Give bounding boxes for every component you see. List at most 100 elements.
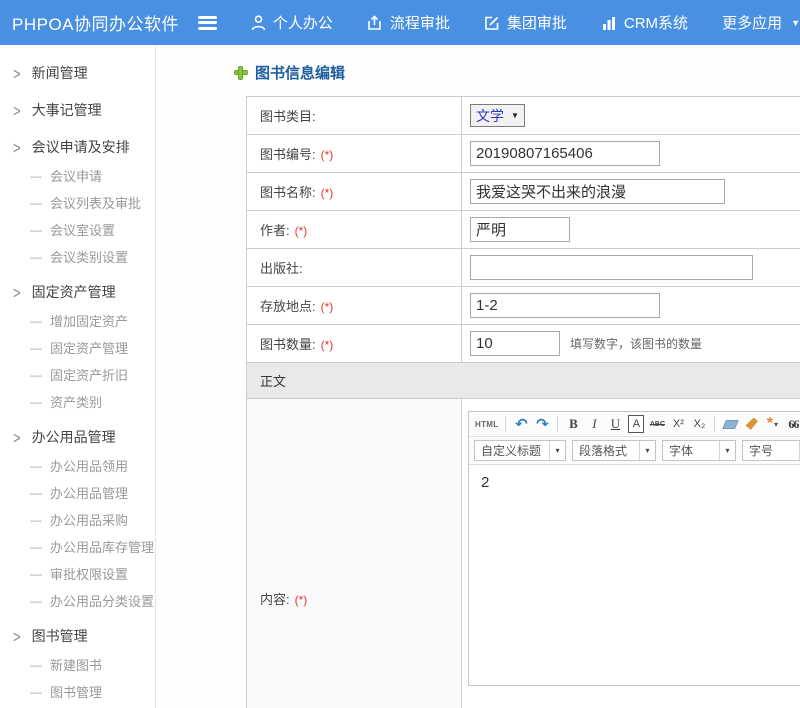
- form-row-author: 作者:(*): [247, 211, 800, 249]
- dash-icon: —: [30, 196, 42, 210]
- toolbar-separator: [714, 416, 715, 432]
- sidebar-item-book-new[interactable]: —新建图书: [0, 651, 155, 678]
- category-label: 图书类目:: [260, 109, 316, 124]
- blockquote-button[interactable]: 66: [785, 415, 800, 433]
- hamburger-menu-icon[interactable]: [198, 16, 217, 30]
- chevron-right-icon: >: [13, 100, 21, 120]
- form-row-location: 存放地点:(*): [247, 287, 800, 325]
- sidebar-item-asset-manage[interactable]: —固定资产管理: [0, 334, 155, 361]
- publisher-label: 出版社:: [260, 261, 303, 276]
- rich-text-editor: HTML ↶ ↷ B I U A ABC X² X₂: [468, 411, 800, 686]
- editor-content-area[interactable]: 2: [469, 465, 800, 685]
- dropdown-caret-icon: ▾: [639, 441, 655, 460]
- dash-icon: —: [30, 459, 42, 473]
- book-name-label: 图书名称:: [260, 185, 316, 200]
- sidebar-item-supplies-mgmt[interactable]: >办公用品管理: [0, 422, 155, 452]
- user-icon: [251, 15, 266, 31]
- sidebar-item-meeting-mgmt[interactable]: >会议申请及安排: [0, 132, 155, 162]
- location-input[interactable]: [470, 293, 660, 318]
- sidebar-item-supplies-purchase[interactable]: —办公用品采购: [0, 506, 155, 533]
- dash-icon: —: [30, 314, 42, 328]
- sidebar-item-asset-depreciation[interactable]: —固定资产折旧: [0, 361, 155, 388]
- editor-toolbar-row2: 自定义标题 ▾ 段落格式 ▾ 字体 ▾: [469, 437, 800, 465]
- sidebar-item-asset-mgmt[interactable]: >固定资产管理: [0, 277, 155, 307]
- publisher-input[interactable]: [470, 255, 753, 280]
- undo-icon[interactable]: ↶: [513, 415, 529, 433]
- font-family-dropdown[interactable]: 字体 ▾: [662, 440, 736, 461]
- autotypeset-icon[interactable]: *▾: [764, 415, 780, 433]
- sidebar-item-meeting-room[interactable]: —会议室设置: [0, 216, 155, 243]
- nav-item-more-apps[interactable]: 更多应用 ▼: [722, 12, 800, 33]
- edit-icon: [484, 15, 500, 31]
- sidebar-item-book-mgmt[interactable]: >图书管理: [0, 621, 155, 651]
- nav-item-group-approval[interactable]: 集团审批: [484, 12, 567, 33]
- sidebar-item-supplies-claim[interactable]: —办公用品领用: [0, 452, 155, 479]
- app-header: PHPOA协同办公软件 个人办公 流程审批 集团审批 CRM系统 更多应用 ▼: [0, 0, 800, 45]
- main-content: 图书信息编辑 图书类目: 文学 ▼ 图书编号:(*) 图书名称:(*): [156, 45, 800, 708]
- chevron-right-icon: >: [13, 282, 21, 302]
- sidebar-item-supplies-category[interactable]: —办公用品分类设置: [0, 587, 155, 614]
- required-mark: (*): [321, 300, 334, 314]
- underline-button[interactable]: U: [607, 415, 623, 433]
- required-mark: (*): [321, 338, 334, 352]
- eraser-icon[interactable]: [722, 415, 738, 433]
- sidebar-item-asset-add[interactable]: —增加固定资产: [0, 307, 155, 334]
- sidebar-item-book-manage[interactable]: —图书管理: [0, 678, 155, 705]
- share-box-icon: [367, 15, 383, 31]
- font-color-button[interactable]: A: [628, 415, 644, 433]
- sidebar-item-meeting-apply[interactable]: —会议申请: [0, 162, 155, 189]
- quantity-input[interactable]: [470, 331, 560, 356]
- form-row-publisher: 出版社:: [247, 249, 800, 287]
- form-row-quantity: 图书数量:(*) 填写数字，该图书的数量: [247, 325, 800, 363]
- dropdown-caret-icon: ▾: [549, 441, 565, 460]
- sidebar-item-news-mgmt[interactable]: >新闻管理: [0, 58, 155, 88]
- select-caret-icon: ▼: [511, 111, 519, 120]
- author-input[interactable]: [470, 217, 570, 242]
- book-edit-form: 图书类目: 文学 ▼ 图书编号:(*) 图书名称:(*) 作者:(*): [246, 96, 800, 708]
- top-nav: 个人办公 流程审批 集团审批 CRM系统 更多应用 ▼: [251, 12, 800, 33]
- toolbar-separator: [557, 416, 558, 432]
- required-mark: (*): [295, 593, 308, 607]
- format-brush-icon[interactable]: [743, 415, 759, 433]
- sidebar-item-supplies-inventory[interactable]: —办公用品库存管理: [0, 533, 155, 560]
- dash-icon: —: [30, 594, 42, 608]
- nav-item-crm[interactable]: CRM系统: [601, 12, 688, 33]
- chevron-right-icon: >: [13, 63, 21, 83]
- redo-icon[interactable]: ↷: [534, 415, 550, 433]
- book-no-input[interactable]: [470, 141, 660, 166]
- sidebar-item-supplies-manage[interactable]: —办公用品管理: [0, 479, 155, 506]
- form-section-body: 正文: [247, 363, 800, 399]
- green-plus-icon: [234, 66, 248, 80]
- book-name-input[interactable]: [470, 179, 725, 204]
- italic-button[interactable]: I: [586, 415, 602, 433]
- dropdown-caret-icon: ▾: [774, 420, 778, 429]
- bold-button[interactable]: B: [565, 415, 581, 433]
- html-source-button[interactable]: HTML: [475, 415, 498, 433]
- dash-icon: —: [30, 685, 42, 699]
- paragraph-format-dropdown[interactable]: 段落格式 ▾: [572, 440, 656, 461]
- body-section-label: 正文: [247, 363, 800, 399]
- chevron-right-icon: >: [13, 427, 21, 447]
- font-size-dropdown[interactable]: 字号 ▾: [742, 440, 800, 461]
- nav-item-workflow-approval[interactable]: 流程审批: [367, 12, 450, 33]
- sidebar-item-meeting-category[interactable]: —会议类别设置: [0, 243, 155, 270]
- dash-icon: —: [30, 540, 42, 554]
- quantity-hint: 填写数字，该图书的数量: [570, 337, 702, 351]
- custom-title-dropdown[interactable]: 自定义标题 ▾: [474, 440, 566, 461]
- form-row-category: 图书类目: 文学 ▼: [247, 97, 800, 135]
- sidebar-item-meeting-list[interactable]: —会议列表及审批: [0, 189, 155, 216]
- required-mark: (*): [295, 224, 308, 238]
- category-select[interactable]: 文学 ▼: [470, 104, 525, 127]
- nav-item-personal-office[interactable]: 个人办公: [251, 12, 333, 33]
- bar-chart-icon: [601, 15, 617, 31]
- sidebar-item-asset-category[interactable]: —资产类别: [0, 388, 155, 415]
- subscript-button[interactable]: X₂: [691, 415, 707, 433]
- strikethrough-button[interactable]: ABC: [649, 415, 665, 433]
- chevron-right-icon: >: [13, 626, 21, 646]
- superscript-button[interactable]: X²: [670, 415, 686, 433]
- sidebar-item-events-mgmt[interactable]: >大事记管理: [0, 95, 155, 125]
- sidebar-item-approval-permission[interactable]: —审批权限设置: [0, 560, 155, 587]
- required-mark: (*): [321, 186, 334, 200]
- form-row-content: 内容:(*) HTML ↶ ↷ B I U A A: [247, 399, 800, 708]
- page-title: 图书信息编辑: [156, 45, 800, 96]
